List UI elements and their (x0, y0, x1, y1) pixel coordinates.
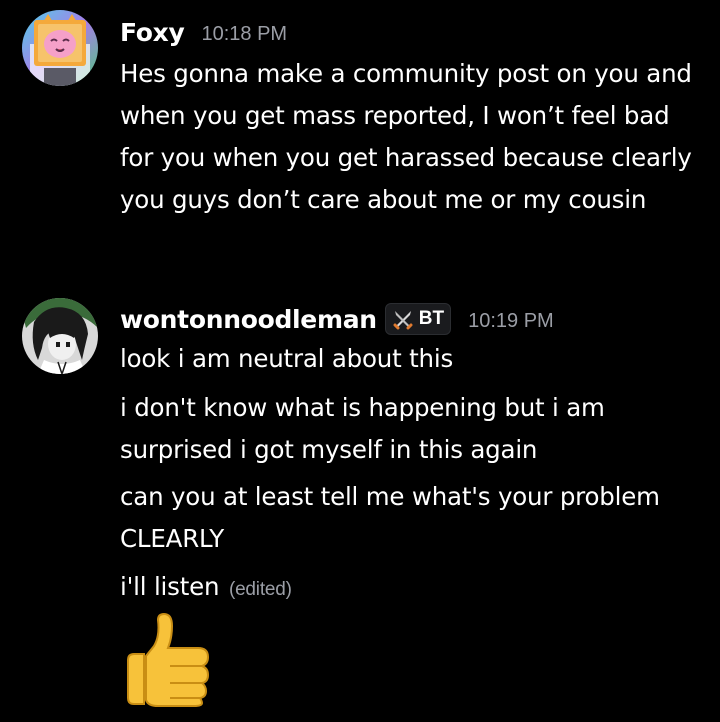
message-header: wontonnoodleman BT 10:19 PM (120, 303, 554, 335)
message-content: look i am neutral about this (120, 338, 710, 380)
avatar[interactable] (22, 298, 98, 374)
message-content: Hes gonna make a community post on you a… (120, 53, 710, 221)
clan-tag-label: BT (418, 308, 445, 329)
message-line-text: i'll listen (120, 572, 220, 601)
message-line: can you at least tell me what's your pro… (120, 482, 660, 553)
clan-tag[interactable]: BT (384, 303, 452, 335)
thumbs-up-icon[interactable] (118, 612, 214, 708)
anime-character-icon (22, 298, 98, 374)
timestamp[interactable]: 10:19 PM (468, 310, 554, 333)
avatar[interactable] (22, 10, 98, 86)
message-header: Foxy 10:18 PM (120, 18, 287, 47)
message-content: i'll listen (edited) (120, 566, 710, 611)
message-line: look i am neutral about this (120, 344, 454, 373)
message-content: i don't know what is happening but i am … (120, 387, 710, 471)
timestamp[interactable]: 10:18 PM (201, 23, 287, 46)
message-line: i don't know what is happening but i am … (120, 393, 605, 464)
crossed-swords-icon (393, 311, 413, 330)
message-text: Hes gonna make a community post on you a… (120, 59, 692, 214)
username[interactable]: Foxy (120, 18, 185, 47)
edited-label[interactable]: (edited) (229, 579, 292, 600)
message-line: i'll listen (edited) (120, 566, 710, 611)
username[interactable]: wontonnoodleman (120, 305, 377, 334)
thumbs-up-emoji-graphic (127, 612, 210, 707)
pink-cat-in-orange-box-icon (22, 10, 98, 86)
message-content: can you at least tell me what's your pro… (120, 476, 710, 560)
